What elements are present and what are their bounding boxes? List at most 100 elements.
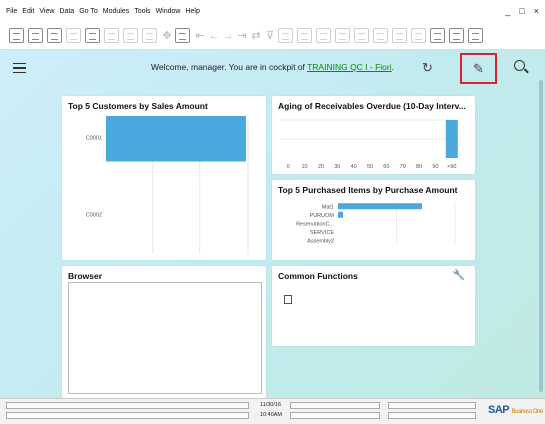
- aging-title: Aging of Receivables Overdue (10-Day Int…: [278, 101, 466, 111]
- bar: [338, 203, 422, 210]
- find-icon[interactable]: [9, 28, 24, 43]
- print-preview-icon[interactable]: [85, 28, 100, 43]
- tick-label: 20: [318, 164, 324, 170]
- tick-label: 40: [351, 164, 357, 170]
- status-field-3: [290, 402, 380, 409]
- search-icon[interactable]: [514, 60, 525, 71]
- common-functions-title: Common Functions: [278, 271, 358, 281]
- tick-label: 60: [383, 164, 389, 170]
- document-function-icon[interactable]: [284, 295, 292, 304]
- status-field-6: [388, 412, 476, 419]
- previous-record-icon[interactable]: ←: [208, 30, 220, 42]
- menu-bar: File Edit View Data Go To Modules Tools …: [0, 0, 545, 22]
- menu-view[interactable]: View: [39, 8, 54, 15]
- journal-icon[interactable]: [354, 28, 369, 43]
- menu-window[interactable]: Window: [156, 8, 181, 15]
- purchased-items-title: Top 5 Purchased Items by Purchase Amount: [278, 185, 458, 195]
- sap-logo: SAP Business One: [488, 404, 543, 416]
- status-field-1: [6, 402, 249, 409]
- tick-label: 0: [287, 164, 290, 170]
- category-label: C0001: [86, 136, 102, 142]
- window-controls: _ □ ×: [505, 6, 539, 16]
- category-label: PURUOM: [310, 213, 335, 219]
- welcome-suffix: .: [391, 62, 394, 72]
- attachment-icon[interactable]: [373, 28, 388, 43]
- email-icon[interactable]: [47, 28, 62, 43]
- maximize-button[interactable]: □: [519, 6, 524, 16]
- category-label: Mat1: [322, 204, 334, 210]
- menu-file[interactable]: File: [6, 8, 17, 15]
- purchased-items-widget: Top 5 Purchased Items by Purchase Amount…: [272, 180, 475, 260]
- common-functions-widget: Common Functions 🔧: [272, 266, 475, 346]
- sap-logo-text: SAP: [488, 404, 509, 416]
- status-bar: 11/30/16 10:40AM SAP Business One: [0, 398, 545, 424]
- menu-modules[interactable]: Modules: [103, 8, 129, 15]
- calendar-icon[interactable]: [430, 28, 445, 43]
- status-field-4: [290, 412, 380, 419]
- customers-chart: C0001 C0002: [86, 113, 249, 254]
- form-settings-icon[interactable]: [175, 28, 190, 43]
- help-icon[interactable]: [468, 28, 483, 43]
- welcome-text: Welcome, manager. You are in cockpit of: [151, 62, 308, 72]
- export-word-icon[interactable]: [123, 28, 138, 43]
- sap-logo-sub: Business One: [511, 409, 543, 415]
- print-icon[interactable]: [28, 28, 43, 43]
- customers-title: Top 5 Customers by Sales Amount: [68, 101, 208, 111]
- vertical-scrollbar[interactable]: [539, 80, 543, 392]
- export-pdf-icon[interactable]: [142, 28, 157, 43]
- menu-edit[interactable]: Edit: [22, 8, 34, 15]
- tick-label: >90: [447, 164, 456, 170]
- cockpit-area: Welcome, manager. You are in cockpit of …: [0, 50, 545, 398]
- pencil-icon: ✎: [473, 60, 484, 76]
- shell-bar: Welcome, manager. You are in cockpit of …: [0, 50, 545, 86]
- refresh-record-icon[interactable]: ⇄: [250, 29, 262, 42]
- wrench-icon[interactable]: 🔧: [453, 270, 465, 281]
- sap-window: File Edit View Data Go To Modules Tools …: [0, 0, 545, 424]
- category-label: ReservationC...: [296, 221, 334, 227]
- refresh-icon[interactable]: ↻: [422, 60, 433, 76]
- move-icon[interactable]: ✥: [161, 29, 173, 42]
- edit-cockpit-button[interactable]: ✎: [460, 53, 497, 84]
- status-date: 11/30/16: [260, 402, 282, 408]
- tick-label: 30: [334, 164, 340, 170]
- export-excel-icon[interactable]: [104, 28, 119, 43]
- base-document-icon[interactable]: [297, 28, 312, 43]
- close-button[interactable]: ×: [534, 6, 539, 16]
- toolbar: ✥ ⇤ ← → ⇥ ⇄ ⊽: [0, 22, 545, 50]
- aging-chart: 0 10 20 30 40 50 60 70 80 90 >90: [280, 119, 460, 170]
- menu-goto[interactable]: Go To: [79, 8, 98, 15]
- customers-widget: Top 5 Customers by Sales Amount C0001 C00…: [62, 96, 266, 260]
- tick-label: 10: [301, 164, 307, 170]
- menu-data[interactable]: Data: [59, 8, 74, 15]
- target-document-icon[interactable]: [316, 28, 331, 43]
- cockpit-link[interactable]: TRAINING QC I - Fiori: [307, 62, 392, 72]
- gross-profit-icon[interactable]: [335, 28, 350, 43]
- browser-widget: Browser: [62, 266, 266, 398]
- menu-tools[interactable]: Tools: [134, 8, 150, 15]
- last-record-icon[interactable]: ⇥: [236, 29, 248, 42]
- aging-widget: Aging of Receivables Overdue (10-Day Int…: [272, 96, 475, 174]
- bar: [445, 120, 458, 158]
- copy-icon[interactable]: [392, 28, 407, 43]
- preview-icon[interactable]: [66, 28, 81, 43]
- layout-icon[interactable]: [411, 28, 426, 43]
- sort-icon[interactable]: [278, 28, 293, 43]
- next-record-icon[interactable]: →: [222, 30, 234, 42]
- minimize-button[interactable]: _: [505, 6, 510, 16]
- status-field-5: [388, 402, 476, 409]
- category-label: C0002: [86, 213, 102, 219]
- tick-label: 50: [367, 164, 373, 170]
- browser-frame[interactable]: [68, 282, 262, 394]
- messages-icon[interactable]: [449, 28, 464, 43]
- tick-label: 70: [400, 164, 406, 170]
- purchased-items-chart: Mat1 PURUOM ReservationC... SERVICE Assembly…: [296, 202, 456, 245]
- tick-label: 90: [432, 164, 438, 170]
- filter-icon[interactable]: ⊽: [264, 29, 276, 42]
- status-time: 10:40AM: [260, 412, 283, 418]
- category-label: Assembly2: [307, 238, 334, 244]
- category-label: SERVICE: [310, 230, 334, 236]
- menu-help[interactable]: Help: [185, 8, 199, 15]
- first-record-icon[interactable]: ⇤: [194, 29, 206, 42]
- status-field-2: [6, 412, 249, 419]
- tick-label: 80: [416, 164, 422, 170]
